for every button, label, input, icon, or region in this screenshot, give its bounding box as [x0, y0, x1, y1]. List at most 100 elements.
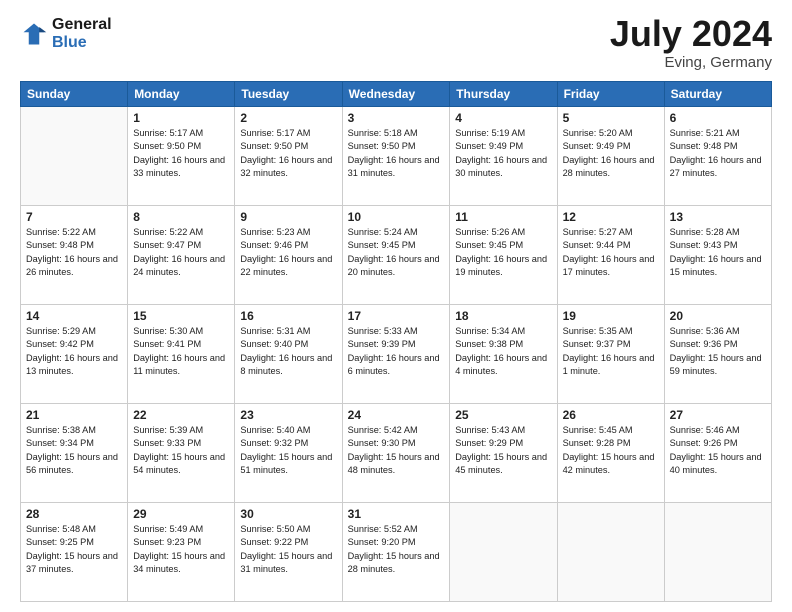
- day-info: Sunrise: 5:50 AMSunset: 9:22 PMDaylight:…: [240, 523, 336, 576]
- day-info: Sunrise: 5:49 AMSunset: 9:23 PMDaylight:…: [133, 523, 229, 576]
- day-number: 20: [670, 309, 766, 323]
- day-number: 2: [240, 111, 336, 125]
- day-number: 23: [240, 408, 336, 422]
- calendar-cell: [557, 503, 664, 602]
- calendar-cell: 26Sunrise: 5:45 AMSunset: 9:28 PMDayligh…: [557, 404, 664, 503]
- calendar-cell: 3 Sunrise: 5:18 AMSunset: 9:50 PMDaylight…: [342, 107, 450, 206]
- calendar-cell: 4 Sunrise: 5:19 AMSunset: 9:49 PMDaylight…: [450, 107, 557, 206]
- calendar-table: SundayMondayTuesdayWednesdayThursdayFrid…: [20, 81, 772, 602]
- calendar-header-monday: Monday: [128, 82, 235, 107]
- day-info: Sunrise: 5:39 AMSunset: 9:33 PMDaylight:…: [133, 424, 229, 477]
- calendar-cell: 20 Sunrise: 5:36 AMSunset: 9:36 PMDayligh…: [664, 305, 771, 404]
- day-info: Sunrise: 5:52 AMSunset: 9:20 PMDaylight:…: [348, 523, 445, 576]
- day-info: Sunrise: 5:42 AMSunset: 9:30 PMDaylight:…: [348, 424, 445, 477]
- calendar-header-row: SundayMondayTuesdayWednesdayThursdayFrid…: [21, 82, 772, 107]
- calendar-cell: 29 Sunrise: 5:49 AMSunset: 9:23 PMDayligh…: [128, 503, 235, 602]
- day-number: 12: [563, 210, 659, 224]
- day-info: Sunrise: 5:31 AMSunset: 9:40 PMDaylight:…: [240, 325, 336, 378]
- day-info: Sunrise: 5:34 AMSunset: 9:38 PMDaylight:…: [455, 325, 551, 378]
- calendar-cell: 22Sunrise: 5:39 AMSunset: 9:33 PMDayligh…: [128, 404, 235, 503]
- calendar-cell: 8 Sunrise: 5:22 AMSunset: 9:47 PMDaylight…: [128, 206, 235, 305]
- day-info: Sunrise: 5:30 AMSunset: 9:41 PMDaylight:…: [133, 325, 229, 378]
- day-info: Sunrise: 5:48 AMSunset: 9:25 PMDaylight:…: [26, 523, 122, 576]
- day-info: Sunrise: 5:23 AMSunset: 9:46 PMDaylight:…: [240, 226, 336, 279]
- calendar-cell: 5 Sunrise: 5:20 AMSunset: 9:49 PMDaylight…: [557, 107, 664, 206]
- calendar-cell: 7 Sunrise: 5:22 AMSunset: 9:48 PMDaylight…: [21, 206, 128, 305]
- day-number: 11: [455, 210, 551, 224]
- day-number: 7: [26, 210, 122, 224]
- calendar-week-3: 14 Sunrise: 5:29 AMSunset: 9:42 PMDayligh…: [21, 305, 772, 404]
- day-number: 18: [455, 309, 551, 323]
- day-info: Sunrise: 5:20 AMSunset: 9:49 PMDaylight:…: [563, 127, 659, 180]
- day-number: 8: [133, 210, 229, 224]
- calendar-cell: 13 Sunrise: 5:28 AMSunset: 9:43 PMDayligh…: [664, 206, 771, 305]
- calendar-cell: 1 Sunrise: 5:17 AMSunset: 9:50 PMDaylight…: [128, 107, 235, 206]
- day-number: 24: [348, 408, 445, 422]
- calendar-header-saturday: Saturday: [664, 82, 771, 107]
- day-number: 31: [348, 507, 445, 521]
- day-info: Sunrise: 5:36 AMSunset: 9:36 PMDaylight:…: [670, 325, 766, 378]
- day-number: 5: [563, 111, 659, 125]
- day-number: 13: [670, 210, 766, 224]
- calendar-cell: 28 Sunrise: 5:48 AMSunset: 9:25 PMDayligh…: [21, 503, 128, 602]
- logo-icon: [20, 20, 48, 48]
- day-number: 27: [670, 408, 766, 422]
- day-number: 25: [455, 408, 551, 422]
- day-number: 1: [133, 111, 229, 125]
- day-number: 6: [670, 111, 766, 125]
- calendar-cell: 14 Sunrise: 5:29 AMSunset: 9:42 PMDayligh…: [21, 305, 128, 404]
- day-info: Sunrise: 5:19 AMSunset: 9:49 PMDaylight:…: [455, 127, 551, 180]
- day-info: Sunrise: 5:17 AMSunset: 9:50 PMDaylight:…: [133, 127, 229, 180]
- calendar-week-5: 28 Sunrise: 5:48 AMSunset: 9:25 PMDayligh…: [21, 503, 772, 602]
- day-number: 29: [133, 507, 229, 521]
- calendar-cell: 12Sunrise: 5:27 AMSunset: 9:44 PMDayligh…: [557, 206, 664, 305]
- calendar-week-2: 7 Sunrise: 5:22 AMSunset: 9:48 PMDaylight…: [21, 206, 772, 305]
- calendar-cell: 9 Sunrise: 5:23 AMSunset: 9:46 PMDaylight…: [235, 206, 342, 305]
- calendar-cell: [21, 107, 128, 206]
- logo: General Blue: [20, 16, 112, 51]
- day-number: 28: [26, 507, 122, 521]
- logo-text: General Blue: [52, 16, 112, 51]
- day-info: Sunrise: 5:40 AMSunset: 9:32 PMDaylight:…: [240, 424, 336, 477]
- day-number: 21: [26, 408, 122, 422]
- day-info: Sunrise: 5:33 AMSunset: 9:39 PMDaylight:…: [348, 325, 445, 378]
- calendar-cell: 17 Sunrise: 5:33 AMSunset: 9:39 PMDayligh…: [342, 305, 450, 404]
- day-number: 14: [26, 309, 122, 323]
- calendar-cell: [450, 503, 557, 602]
- day-number: 4: [455, 111, 551, 125]
- calendar-header-sunday: Sunday: [21, 82, 128, 107]
- day-info: Sunrise: 5:22 AMSunset: 9:48 PMDaylight:…: [26, 226, 122, 279]
- day-info: Sunrise: 5:22 AMSunset: 9:47 PMDaylight:…: [133, 226, 229, 279]
- day-info: Sunrise: 5:35 AMSunset: 9:37 PMDaylight:…: [563, 325, 659, 378]
- calendar-header-tuesday: Tuesday: [235, 82, 342, 107]
- calendar-week-4: 21Sunrise: 5:38 AMSunset: 9:34 PMDayligh…: [21, 404, 772, 503]
- calendar-cell: 10Sunrise: 5:24 AMSunset: 9:45 PMDayligh…: [342, 206, 450, 305]
- location: Eving, Germany: [610, 54, 772, 71]
- header: General Blue July 2024 Eving, Germany: [20, 16, 772, 71]
- calendar-cell: 23 Sunrise: 5:40 AMSunset: 9:32 PMDayligh…: [235, 404, 342, 503]
- calendar-cell: 6 Sunrise: 5:21 AMSunset: 9:48 PMDaylight…: [664, 107, 771, 206]
- calendar-cell: 30 Sunrise: 5:50 AMSunset: 9:22 PMDayligh…: [235, 503, 342, 602]
- day-number: 26: [563, 408, 659, 422]
- calendar-cell: 21Sunrise: 5:38 AMSunset: 9:34 PMDayligh…: [21, 404, 128, 503]
- calendar-header-friday: Friday: [557, 82, 664, 107]
- calendar-cell: 18 Sunrise: 5:34 AMSunset: 9:38 PMDayligh…: [450, 305, 557, 404]
- day-info: Sunrise: 5:21 AMSunset: 9:48 PMDaylight:…: [670, 127, 766, 180]
- day-number: 15: [133, 309, 229, 323]
- calendar-week-1: 1 Sunrise: 5:17 AMSunset: 9:50 PMDaylight…: [21, 107, 772, 206]
- day-info: Sunrise: 5:46 AMSunset: 9:26 PMDaylight:…: [670, 424, 766, 477]
- day-info: Sunrise: 5:29 AMSunset: 9:42 PMDaylight:…: [26, 325, 122, 378]
- day-info: Sunrise: 5:28 AMSunset: 9:43 PMDaylight:…: [670, 226, 766, 279]
- day-number: 17: [348, 309, 445, 323]
- calendar-header-thursday: Thursday: [450, 82, 557, 107]
- day-number: 3: [348, 111, 445, 125]
- calendar-header-wednesday: Wednesday: [342, 82, 450, 107]
- day-number: 30: [240, 507, 336, 521]
- day-info: Sunrise: 5:24 AMSunset: 9:45 PMDaylight:…: [348, 226, 445, 279]
- day-info: Sunrise: 5:18 AMSunset: 9:50 PMDaylight:…: [348, 127, 445, 180]
- calendar-cell: 19Sunrise: 5:35 AMSunset: 9:37 PMDayligh…: [557, 305, 664, 404]
- calendar-cell: 16Sunrise: 5:31 AMSunset: 9:40 PMDayligh…: [235, 305, 342, 404]
- day-number: 9: [240, 210, 336, 224]
- day-info: Sunrise: 5:17 AMSunset: 9:50 PMDaylight:…: [240, 127, 336, 180]
- calendar-cell: 15 Sunrise: 5:30 AMSunset: 9:41 PMDayligh…: [128, 305, 235, 404]
